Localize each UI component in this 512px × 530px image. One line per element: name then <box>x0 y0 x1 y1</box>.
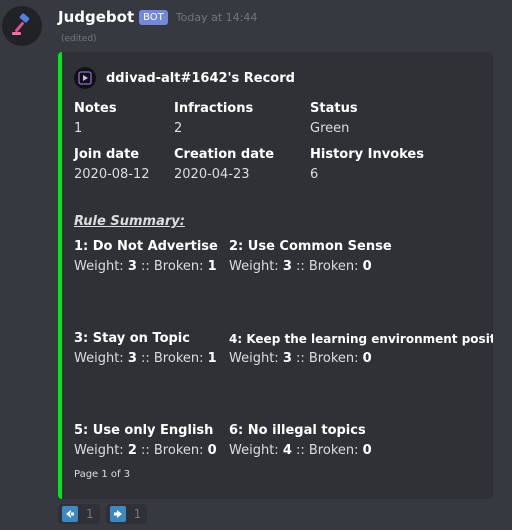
rule-field: 4: Keep the learning environment positiv… <box>229 331 493 367</box>
field-value: Green <box>310 121 350 136</box>
broken-value: 0 <box>362 259 372 274</box>
field-name: Notes <box>74 101 117 116</box>
field-value: 2 <box>174 121 183 136</box>
weight-label: Weight: <box>229 259 283 274</box>
weight-value: 3 <box>127 351 137 366</box>
broken-label: :: Broken: <box>136 351 208 366</box>
embed-author: ddivad-alt#1642's Record <box>74 67 295 89</box>
broken-label: :: Broken: <box>291 443 363 458</box>
weight-value: 3 <box>282 259 292 274</box>
weight-label: Weight: <box>74 351 128 366</box>
play-icon <box>78 71 92 85</box>
reaction-count: 1 <box>86 507 94 521</box>
arrow-right-icon <box>109 506 126 522</box>
field-infractions: Infractions 2 <box>174 101 253 137</box>
field-notes: Notes 1 <box>74 101 117 137</box>
rule-title: 4: Keep the learning environment positiv… <box>229 332 493 346</box>
rule-title: 3: Stay on Topic <box>74 331 190 346</box>
rule-field: 6: No illegal topics Weight: 4 :: Broken… <box>229 423 372 459</box>
broken-label: :: Broken: <box>136 259 208 274</box>
rule-stats: Weight: 3 :: Broken: 1 <box>74 351 217 367</box>
field-value: 2020-08-12 <box>74 167 150 182</box>
embed-footer: Page 1 of 3 <box>74 469 131 480</box>
weight-value: 2 <box>127 443 137 458</box>
field-name: Infractions <box>174 101 254 116</box>
broken-value: 1 <box>207 259 217 274</box>
broken-value: 0 <box>362 443 372 458</box>
embed-author-name: ddivad-alt#1642's Record <box>106 70 295 86</box>
rule-field: 5: Use only English Weight: 2 :: Broken:… <box>74 423 217 459</box>
user-avatar-icon <box>74 67 96 89</box>
reaction-count: 1 <box>133 507 142 521</box>
rule-field: 1: Do Not Advertise Weight: 3 :: Broken:… <box>74 239 218 275</box>
field-value: 6 <box>310 167 319 182</box>
field-creation-date: Creation date 2020-04-23 <box>174 147 274 183</box>
record-embed: ddivad-alt#1642's Record Notes 1 Infract… <box>58 52 493 499</box>
message-header: Judgebot BOT Today at 14:44 <box>58 6 257 28</box>
field-name: Status <box>310 101 358 116</box>
rule-field: 2: Use Common Sense Weight: 3 :: Broken:… <box>229 239 392 275</box>
bot-avatar[interactable] <box>2 6 42 46</box>
broken-label: :: Broken: <box>136 443 208 458</box>
edited-label: (edited) <box>61 34 97 44</box>
rule-stats: Weight: 3 :: Broken: 0 <box>229 351 493 367</box>
rule-summary-title: Rule Summary: <box>74 214 185 229</box>
embed-accent-bar <box>58 52 62 499</box>
rule-stats: Weight: 2 :: Broken: 0 <box>74 443 217 459</box>
weight-value: 4 <box>282 443 292 458</box>
arrow-left-icon <box>62 506 78 522</box>
broken-value: 0 <box>362 351 372 366</box>
gavel-icon <box>12 13 30 35</box>
weight-label: Weight: <box>74 259 128 274</box>
reaction-next-page[interactable]: 1 <box>105 504 148 524</box>
message-timestamp: Today at 14:44 <box>175 10 258 24</box>
reactions-bar: 1 1 <box>58 504 148 524</box>
field-name: Creation date <box>174 147 275 162</box>
rule-title: 2: Use Common Sense <box>229 239 392 254</box>
field-history-invokes: History Invokes 6 <box>310 147 424 183</box>
broken-value: 0 <box>207 443 217 458</box>
rule-title: 1: Do Not Advertise <box>74 239 218 254</box>
bot-badge: BOT <box>139 9 168 25</box>
broken-label: :: Broken: <box>291 259 363 274</box>
weight-value: 3 <box>282 351 292 366</box>
field-value: 1 <box>74 121 83 136</box>
rule-stats: Weight: 3 :: Broken: 1 <box>74 259 218 275</box>
field-name: History Invokes <box>310 147 424 162</box>
weight-value: 3 <box>127 259 137 274</box>
weight-label: Weight: <box>229 443 283 458</box>
weight-label: Weight: <box>229 351 283 366</box>
field-name: Join date <box>74 147 140 162</box>
field-join-date: Join date 2020-08-12 <box>74 147 150 183</box>
rule-title: 5: Use only English <box>74 423 214 438</box>
broken-label: :: Broken: <box>291 351 363 366</box>
rule-stats: Weight: 3 :: Broken: 0 <box>229 259 392 275</box>
rule-field: 3: Stay on Topic Weight: 3 :: Broken: 1 <box>74 331 217 367</box>
broken-value: 1 <box>207 351 217 366</box>
field-status: Status Green <box>310 101 358 137</box>
rule-stats: Weight: 4 :: Broken: 0 <box>229 443 372 459</box>
rule-title: 6: No illegal topics <box>229 423 366 438</box>
field-value: 2020-04-23 <box>174 167 250 182</box>
weight-label: Weight: <box>74 443 128 458</box>
author-name[interactable]: Judgebot <box>58 8 134 26</box>
reaction-prev-page[interactable]: 1 <box>58 504 100 524</box>
